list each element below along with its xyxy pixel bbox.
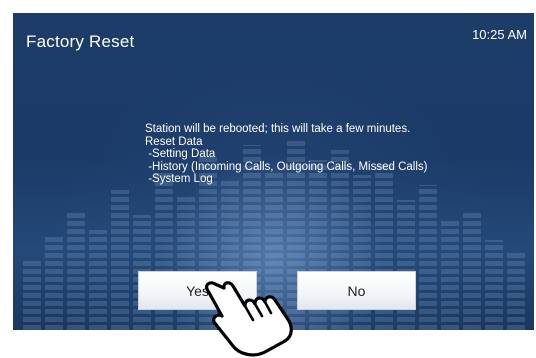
message-line-history: -History (Incoming Calls, Outgoing Calls… [145,160,428,173]
message-line-system-log: -System Log [145,173,213,185]
page-title: Factory Reset [26,32,135,51]
reset-message: Station will be rebooted; this will take… [145,123,427,186]
clock-time: 10:25 AM [472,27,527,42]
message-line-setting-data: -Setting Data [145,148,216,160]
factory-reset-screen: Factory Reset 10:25 AM Station will be r… [13,13,534,330]
no-button[interactable]: No [297,271,416,310]
message-line-reboot: Station will be rebooted; this will take… [145,123,411,135]
message-line-reset-data: Reset Data [145,135,203,148]
yes-button[interactable]: Yes [138,271,257,310]
